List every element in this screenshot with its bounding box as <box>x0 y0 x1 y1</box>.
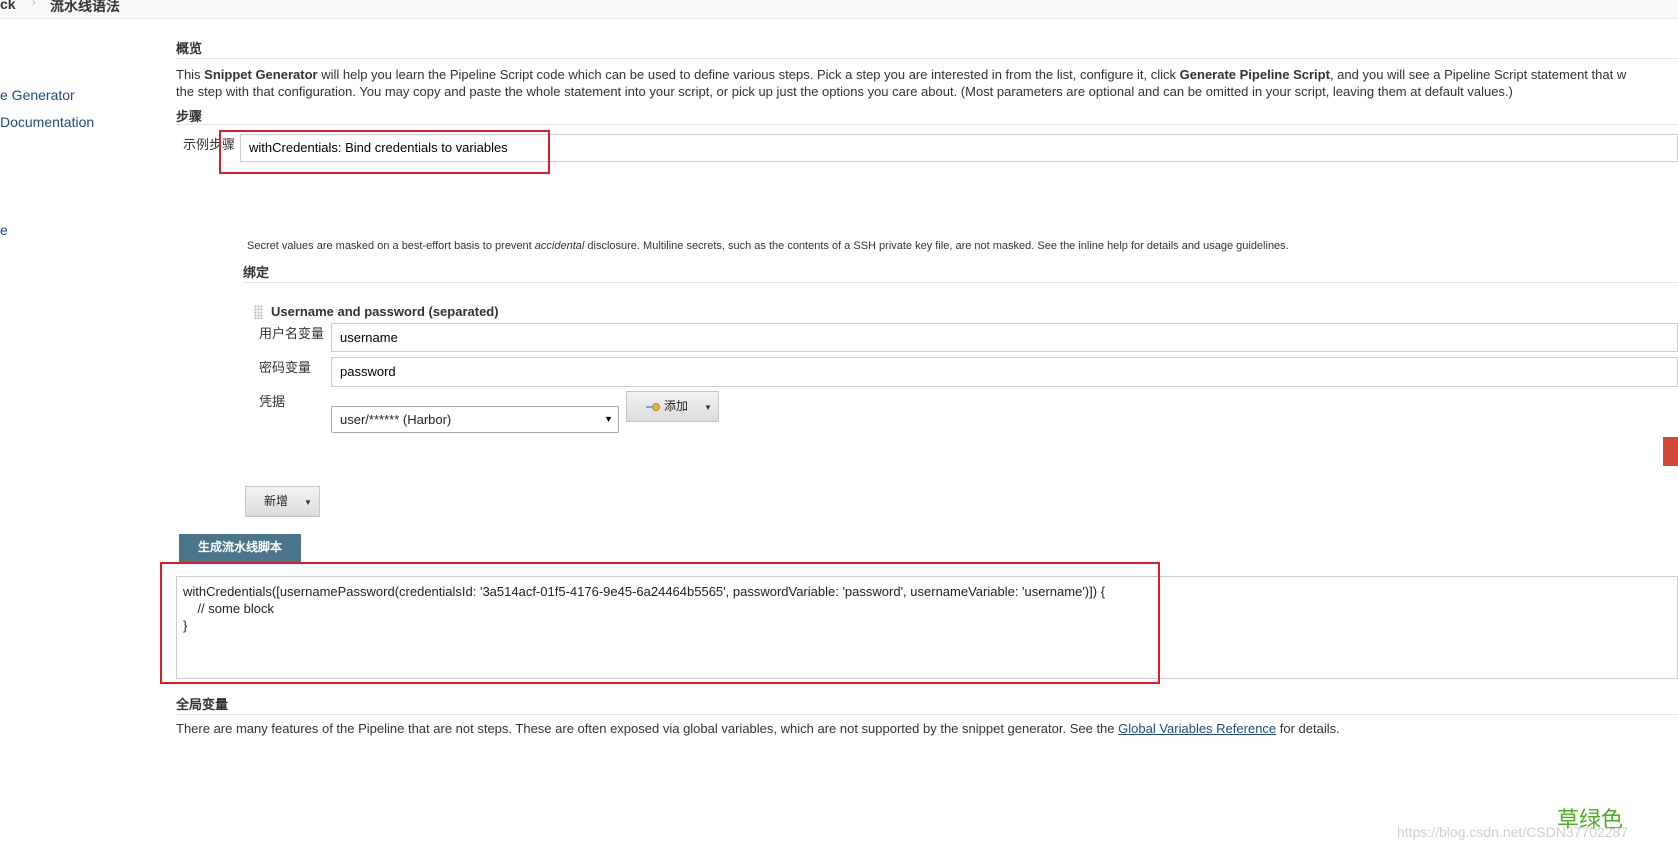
credentials-select-value: user/****** (Harbor) <box>340 412 452 427</box>
key-icon <box>645 392 661 432</box>
username-variable-input[interactable]: username <box>331 323 1678 352</box>
credentials-label: 凭据 <box>259 394 286 409</box>
overview-divider <box>176 58 1678 59</box>
username-variable-label: 用户名变量 <box>259 326 325 341</box>
breadcrumb: ck › 流水线语法 <box>0 0 1678 19</box>
global-variables-reference-link[interactable]: Global Variables Reference <box>1118 721 1276 736</box>
sidebar-item-snippet-generator[interactable]: e Generator <box>0 87 75 103</box>
breadcrumb-item-back[interactable]: ck <box>0 0 16 12</box>
generate-pipeline-script-button[interactable]: 生成流水线脚本 <box>179 534 301 562</box>
output-highlight <box>160 562 1160 684</box>
overview-text-line2: the step with that configuration. You ma… <box>176 84 1513 99</box>
overview-title: 概览 <box>176 41 203 56</box>
binding-title: Username and password (separated) <box>271 304 499 319</box>
steps-title: 步骤 <box>176 109 203 124</box>
chevron-down-icon: ▼ <box>604 414 613 424</box>
sidebar-item-reference[interactable]: e <box>0 222 8 238</box>
breadcrumb-separator-icon: › <box>32 0 36 9</box>
password-variable-label: 密码变量 <box>259 360 312 375</box>
chevron-down-icon: ▼ <box>304 498 312 507</box>
password-variable-input[interactable]: password <box>331 357 1678 387</box>
sidebar-item-documentation[interactable]: Documentation <box>0 114 94 130</box>
secret-masking-note: Secret values are masked on a best-effor… <box>247 240 1289 252</box>
new-binding-label: 新增 <box>264 494 289 508</box>
watermark-url: https://blog.csdn.net/CSDN37702287 <box>1397 824 1629 840</box>
bindings-divider <box>243 282 1678 283</box>
credentials-select[interactable]: user/****** (Harbor) ▼ <box>331 406 619 433</box>
add-credentials-button[interactable]: 添加 ▼ <box>626 391 719 422</box>
global-variables-divider <box>176 714 1678 715</box>
new-binding-button[interactable]: 新增 ▼ <box>245 486 320 517</box>
steps-divider <box>176 124 1678 125</box>
global-variables-title: 全局变量 <box>176 697 229 712</box>
sample-step-highlight <box>219 130 550 174</box>
bindings-title: 绑定 <box>243 265 270 280</box>
drag-handle-icon[interactable] <box>254 305 263 319</box>
add-credentials-label: 添加 <box>664 399 689 413</box>
breadcrumb-item-current[interactable]: 流水线语法 <box>50 0 120 16</box>
delete-binding-button[interactable] <box>1663 437 1678 466</box>
chevron-down-icon: ▼ <box>704 403 712 412</box>
global-variables-text: There are many features of the Pipeline … <box>176 721 1340 736</box>
overview-text-line1: This Snippet Generator will help you lea… <box>176 67 1627 82</box>
